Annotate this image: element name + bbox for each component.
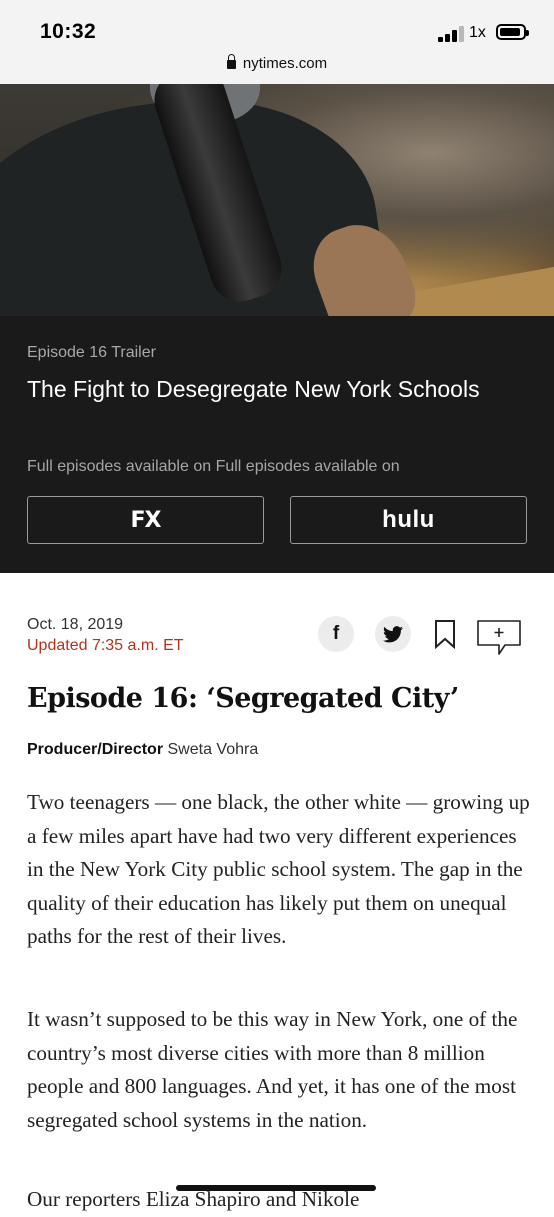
signal-icon — [438, 26, 464, 42]
status-time: 10:32 — [40, 20, 97, 43]
video-info-panel: Episode 16 Trailer The Fight to Desegreg… — [0, 316, 554, 573]
facebook-share-button[interactable]: f — [318, 616, 354, 652]
article-paragraph: Two teenagers — one black, the other whi… — [27, 790, 530, 948]
article-headline: Episode 16: ‘Segregated City’ — [27, 683, 459, 714]
browser-top-bar: 10:32 1x nytimes.com — [0, 0, 554, 84]
zoom-level: 1x — [469, 24, 486, 41]
publish-date: Oct. 18, 2019 — [27, 616, 124, 633]
episode-label: Episode 16 Trailer — [27, 344, 156, 361]
address-bar[interactable]: nytimes.com — [0, 54, 554, 72]
url-text: nytimes.com — [242, 55, 328, 72]
article-paragraph: It wasn’t supposed to be this way in New… — [27, 1007, 518, 1132]
fx-button[interactable]: FX — [27, 496, 264, 544]
video-player[interactable] — [0, 84, 554, 316]
facebook-icon: f — [332, 623, 340, 644]
updated-time: Updated 7:35 a.m. ET — [27, 637, 184, 654]
byline-name[interactable]: Sweta Vohra — [168, 741, 259, 758]
video-title[interactable]: The Fight to Desegregate New York School… — [27, 373, 497, 405]
comment-icon[interactable] — [475, 618, 523, 658]
hulu-button[interactable]: hulu — [290, 496, 527, 544]
home-indicator[interactable] — [176, 1185, 376, 1191]
battery-icon — [496, 24, 529, 40]
byline-role: Producer/Director — [27, 741, 164, 758]
twitter-icon — [383, 625, 403, 642]
availability-text: Full episodes available on Full episodes… — [27, 458, 400, 475]
twitter-share-button[interactable] — [375, 616, 411, 652]
byline: Producer/Director Sweta Vohra — [27, 741, 258, 759]
bookmark-icon[interactable] — [434, 619, 456, 649]
lock-icon — [226, 54, 236, 69]
